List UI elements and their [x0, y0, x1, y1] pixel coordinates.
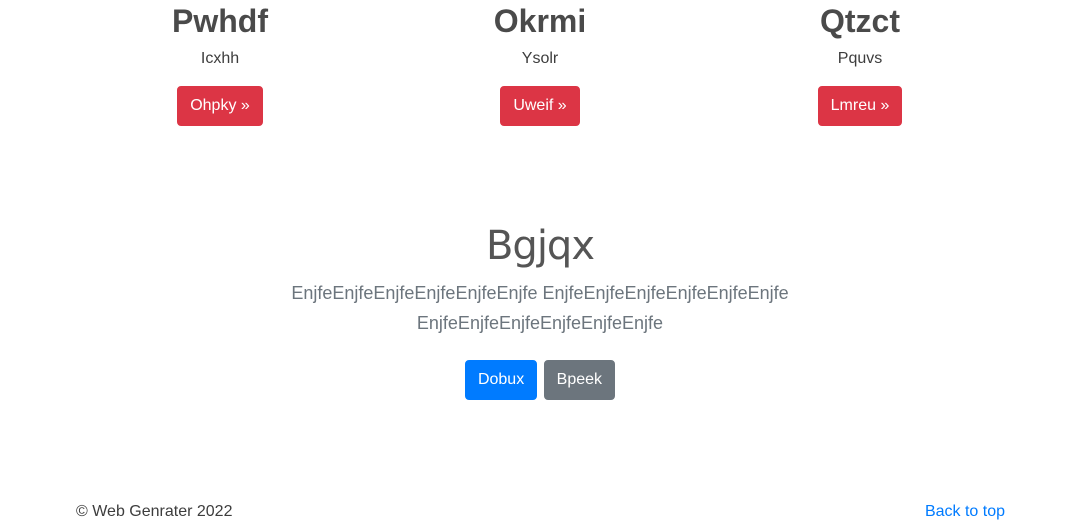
- jumbotron-heading: Bgjqx: [485, 223, 595, 269]
- feature-title: Qtzct: [820, 3, 900, 39]
- feature-text: Pquvs: [837, 50, 883, 67]
- primary-button[interactable]: Dobux: [464, 360, 538, 400]
- feature-column: Qtzct Pquvs Lmreu »: [710, 0, 1010, 126]
- feature-button[interactable]: Uweif »: [500, 86, 580, 126]
- feature-text: Icxhh: [200, 50, 240, 67]
- footer: © Web Genrater 2022 Back to top: [76, 503, 1005, 527]
- features-row: Pwhdf Icxhh Ohpky » Okrmi Ysolr Uweif » …: [0, 0, 1080, 140]
- feature-button[interactable]: Ohpky »: [177, 86, 263, 126]
- jumbotron: Bgjqx EnjfeEnjfeEnjfeEnjfeEnjfeEnjfe Enj…: [0, 222, 1080, 400]
- jumbotron-actions: Dobux Bpeek: [0, 360, 1080, 400]
- feature-column: Pwhdf Icxhh Ohpky »: [70, 0, 370, 126]
- jumbotron-lead: EnjfeEnjfeEnjfeEnjfeEnjfeEnjfe EnjfeEnjf…: [291, 283, 789, 333]
- feature-title: Pwhdf: [172, 3, 268, 39]
- back-to-top-link[interactable]: Back to top: [925, 503, 1005, 521]
- feature-column: Okrmi Ysolr Uweif »: [390, 0, 690, 126]
- feature-title: Okrmi: [493, 3, 587, 39]
- feature-text: Ysolr: [521, 50, 559, 67]
- feature-button[interactable]: Lmreu »: [817, 86, 903, 126]
- copyright-text: © Web Genrater 2022: [76, 503, 233, 520]
- secondary-button[interactable]: Bpeek: [543, 360, 616, 400]
